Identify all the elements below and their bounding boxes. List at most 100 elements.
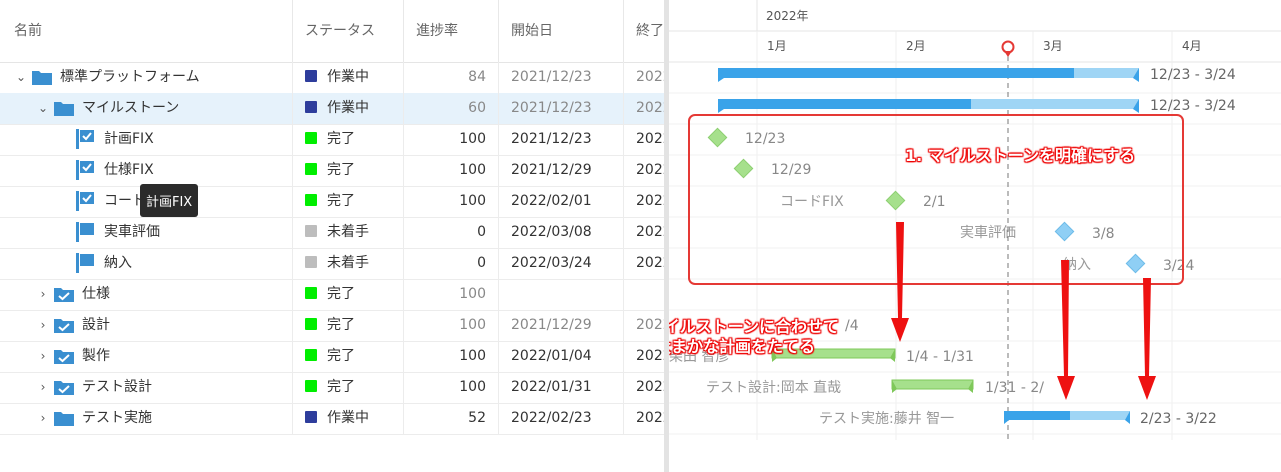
status-dot [305,225,317,237]
table-row[interactable]: ⌄ 標準プラットフォーム 作業中 842021/12/23 2022 [0,62,664,94]
milestone-nounyu[interactable] [1125,253,1146,274]
table-row[interactable]: ⌄ マイルストーン 作業中 602021/12/23 2022 [0,93,664,125]
table-row[interactable]: › テスト設計 完了 1002022/01/31 2022 [0,372,664,404]
bar-label: 1/31 - 2/ [985,380,1044,396]
end-cell: 2022 [624,155,664,186]
bar-label: 12/23 - 3/24 [1150,67,1236,83]
end-date: 2022 [636,255,664,271]
name-cell[interactable]: › 設計 [0,310,293,341]
expand-chevron-icon[interactable]: › [36,341,50,372]
start-cell: 2022/01/31 [499,372,624,403]
end-date: 2022 [636,193,664,209]
status-cell: 完了 [293,155,404,186]
start-cell: 2021/12/23 [499,93,624,124]
status-dot [305,101,317,113]
name-cell[interactable]: › テスト設計 [0,372,293,403]
task-bar-test-design[interactable] [891,379,974,393]
checked-folder-icon [54,348,74,364]
timeline-year: 2022年 [766,9,809,23]
status-dot [305,318,317,330]
end-date: 2022 [636,162,664,178]
milestone-code[interactable] [885,190,906,211]
header-status[interactable]: ステータス [293,0,404,62]
name-cell[interactable]: ⌄ マイルストーン [0,93,293,124]
end-date: 2022 [636,348,664,364]
end-date: 2022 [636,69,664,85]
end-date: 2022 [636,131,664,147]
name-cell[interactable]: 実車評価 [0,217,293,248]
end-cell: 2022 [624,124,664,155]
status-cell: 完了 [293,310,404,341]
summary-bar-platform[interactable] [718,68,1139,82]
annotation-arrow-1 [891,222,909,342]
status-text: 作業中 [327,100,369,116]
milestone-keikaku[interactable] [707,127,728,148]
table-row[interactable]: コードFIX完了1002022/02/012022 [0,186,664,218]
status-cell: 作業中 [293,403,404,434]
timeline-month: 1月 [767,39,787,53]
table-row[interactable]: › 製作 完了 1002022/01/04 2022 [0,341,664,373]
table-row[interactable]: › 設計 完了 1002021/12/29 2022 [0,310,664,342]
task-name: 計画FIX [104,131,154,147]
annotation-text-1: 1. マイルストーンを明確にする [905,146,1136,165]
today-marker-icon [1001,40,1015,57]
status-cell: 完了 [293,186,404,217]
progress-cell: 100 [404,155,499,186]
table-row[interactable]: 納入 未着手 02022/03/24 2022 [0,248,664,280]
collapse-chevron-icon[interactable]: ⌄ [14,62,28,93]
expand-chevron-icon[interactable]: › [36,310,50,341]
table-row[interactable]: 仕様FIX 完了 1002021/12/29 2022 [0,155,664,187]
name-cell[interactable]: › テスト実施 [0,403,293,434]
milestone-jissha[interactable] [1054,221,1075,242]
start-cell: 2022/03/08 [499,217,624,248]
status-text: 完了 [327,193,355,209]
header-name[interactable]: 名前 [0,0,293,62]
bar-name: テスト設計:岡本 直哉 [706,379,841,396]
milestone-shiyou[interactable] [733,158,754,179]
progress-cell: 100 [404,186,499,217]
table-row[interactable]: 計画FIX 完了 1002021/12/23 2022 [0,124,664,156]
task-name: 製作 [82,348,110,364]
status-cell: 完了 [293,124,404,155]
end-cell: 2022 [624,62,664,93]
expand-chevron-icon[interactable]: › [36,279,50,310]
end-cell: 2022 [624,186,664,217]
name-cell[interactable]: › 仕様 [0,279,293,310]
bar-name: テスト実施:藤井 智一 [819,411,954,427]
table-row[interactable]: 実車評価 未着手 02022/03/08 2022 [0,217,664,249]
summary-bar-milestone[interactable] [718,99,1139,113]
task-bar-test-exec[interactable] [1004,411,1130,424]
status-text: 完了 [327,131,355,147]
expand-chevron-icon[interactable]: › [36,372,50,403]
bar-label: 12/23 - 3/24 [1150,98,1236,114]
collapse-chevron-icon[interactable]: ⌄ [36,93,50,124]
progress-cell: 0 [404,248,499,279]
header-progress[interactable]: 進捗率 [404,0,499,62]
header-end[interactable]: 終了 [624,0,664,62]
milestone-name: コードFIX [780,194,844,210]
name-cell[interactable]: 納入 [0,248,293,279]
start-cell: 2021/12/23 [499,62,624,93]
progress-cell: 100 [404,279,499,310]
folder-icon [32,69,52,85]
status-dot [305,132,317,144]
name-cell[interactable]: ⌄ 標準プラットフォーム [0,62,293,93]
header-start[interactable]: 開始日 [499,0,624,62]
name-cell[interactable]: 計画FIX [0,124,293,155]
table-row[interactable]: › 仕様 完了 100 [0,279,664,311]
status-text: 完了 [327,286,355,302]
milestone-name: 実車評価 [960,224,1016,241]
end-cell: 2022 [624,310,664,341]
start-cell: 2022/01/04 [499,341,624,372]
task-name: テスト設計 [82,379,152,395]
table-row[interactable]: › テスト実施 作業中 522022/02/23 2022 [0,403,664,435]
timeline-month: 3月 [1043,39,1063,53]
status-dot [305,287,317,299]
start-cell: 2021/12/29 [499,155,624,186]
milestone-done-icon [76,191,96,211]
status-text: 完了 [327,162,355,178]
name-cell[interactable]: › 製作 [0,341,293,372]
name-cell[interactable]: 仕様FIX [0,155,293,186]
annotation-text-2b: 大まかな計画をたてる [669,337,816,356]
expand-chevron-icon[interactable]: › [36,403,50,434]
